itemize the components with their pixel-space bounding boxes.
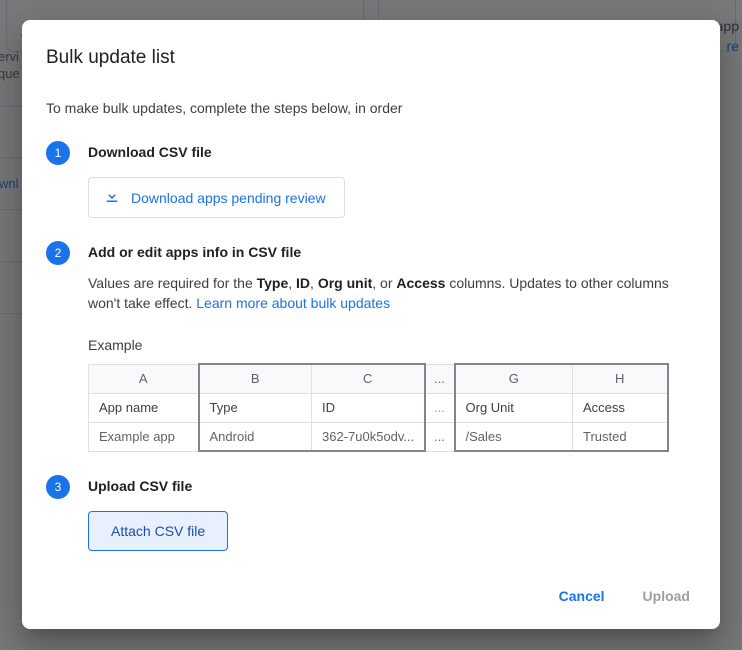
dialog-body: To make bulk updates, complete the steps… [22,70,720,567]
dialog-footer: Cancel Upload [22,567,720,629]
cell-type-value: Android [197,421,312,452]
step-1-content: Download CSV file Download apps pending … [88,140,696,218]
dialog-title: Bulk update list [46,47,175,68]
learn-more-bulk-updates-link[interactable]: Learn more about bulk updates [196,295,390,311]
step-3-number: 3 [46,475,70,499]
step-3: 3 Upload CSV file Attach CSV file [46,474,696,551]
cell-org-unit: Org Unit [453,392,573,423]
example-label: Example [88,337,143,353]
attach-csv-file-button[interactable]: Attach CSV file [88,511,229,551]
column-header-b: B [197,363,312,394]
download-icon [103,187,121,208]
desc-bold-id: ID [296,275,311,291]
cell-id: ID [311,392,426,423]
download-button-label: Download apps pending review [131,189,326,206]
upload-button: Upload [629,579,704,613]
step-2-description: Values are required for the Type, ID, Or… [88,273,688,313]
column-header-a: A [88,363,199,394]
desc-part-4: , or [372,275,397,291]
desc-bold-type: Type [256,275,289,291]
step-2-heading: Add or edit apps info in CSV file [88,244,302,260]
cell-org-unit-value: /Sales [453,421,573,452]
step-3-content: Upload CSV file Attach CSV file [88,474,696,551]
dialog-intro-text: To make bulk updates, complete the steps… [46,100,403,116]
table-header-row: A B C ... G H [88,363,669,394]
desc-part-3: , [310,275,318,291]
step-3-heading: Upload CSV file [88,478,193,494]
desc-bold-access: Access [396,275,446,291]
cell-app-name: App name [88,392,199,423]
cancel-button[interactable]: Cancel [545,579,619,613]
step-1-heading: Download CSV file [88,144,212,160]
cell-id-value: 362-7u0k5odv... [311,421,426,452]
step-2: 2 Add or edit apps info in CSV file Valu… [46,240,696,452]
desc-part-1: Values are required for the [88,275,257,291]
step-2-content: Add or edit apps info in CSV file Values… [88,240,696,452]
cell-ellipsis-value: ... [424,421,455,452]
table-row: App name Type ID ... Org Unit Access [88,392,669,423]
cell-access-value: Trusted [572,421,669,452]
desc-part-2: , [288,275,297,291]
step-1: 1 Download CSV file Download apps pendin… [46,140,696,218]
step-1-number: 1 [46,141,70,165]
download-apps-pending-review-button[interactable]: Download apps pending review [88,177,345,218]
desc-bold-org-unit: Org unit [317,275,373,291]
cell-ellipsis: ... [424,392,455,423]
column-header-g: G [453,363,573,394]
step-2-number: 2 [46,241,70,265]
column-header-c: C [311,363,426,394]
cell-access: Access [572,392,669,423]
cell-app-name-value: Example app [88,421,199,452]
bulk-update-dialog: Bulk update list To make bulk updates, c… [22,20,720,629]
table-row: Example app Android 362-7u0k5odv... ... … [88,421,669,452]
column-header-h: H [572,363,669,394]
column-header-ellipsis: ... [424,363,455,394]
example-table: A B C ... G H App name Type ID ... Org U… [88,363,669,452]
cell-type: Type [197,392,312,423]
